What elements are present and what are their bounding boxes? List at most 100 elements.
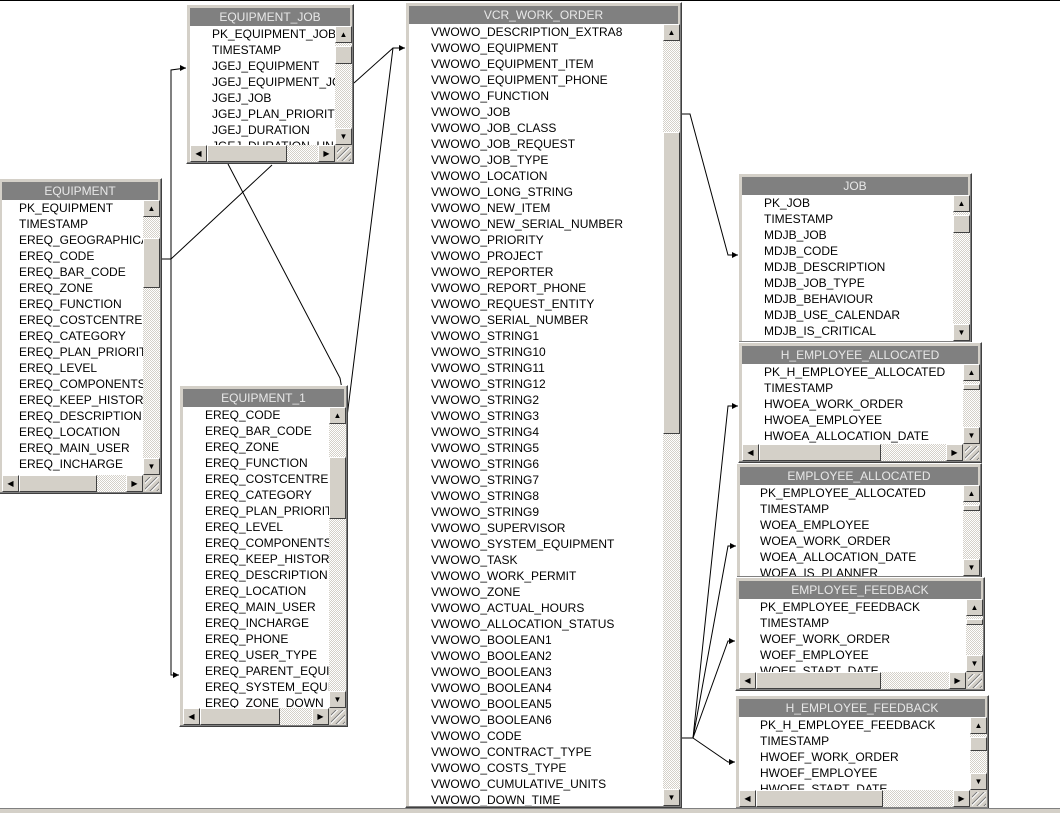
- table-title[interactable]: JOB: [742, 177, 968, 195]
- column-item[interactable]: VWOWO_BOOLEAN3: [431, 664, 663, 680]
- vertical-scrollbar[interactable]: ▲ ▼: [970, 717, 987, 790]
- column-item[interactable]: WOEA_ALLOCATION_DATE: [760, 549, 963, 565]
- relationship-line[interactable]: [681, 113, 738, 256]
- column-item[interactable]: HWOEA_ALLOCATION_DATE: [764, 428, 963, 444]
- column-item[interactable]: EREQ_PLAN_PRIORIT: [19, 344, 143, 360]
- column-item[interactable]: VWOWO_WORK_PERMIT: [431, 568, 663, 584]
- column-item[interactable]: EREQ_BAR_CODE: [19, 264, 143, 280]
- table-window-h-employee-feedback[interactable]: H_EMPLOYEE_FEEDBACK PK_H_EMPLOYEE_FEEDBAC…: [735, 695, 989, 809]
- column-item[interactable]: EREQ_USER_TYPE: [205, 647, 329, 663]
- column-item[interactable]: VWOWO_BOOLEAN5: [431, 696, 663, 712]
- column-item[interactable]: TIMESTAMP: [764, 380, 963, 396]
- column-item[interactable]: WOEF_WORK_ORDER: [760, 631, 966, 647]
- table-title[interactable]: EMPLOYEE_FEEDBACK: [739, 581, 981, 599]
- scroll-left-arrow-icon[interactable]: ◀: [739, 672, 756, 689]
- column-list[interactable]: PK_H_EMPLOYEE_ALLOCATED TIMESTAMP HWOEA_WO…: [742, 364, 963, 444]
- horizontal-scrollbar[interactable]: ◀ ▶: [2, 475, 143, 492]
- column-item[interactable]: EREQ_CODE: [19, 248, 143, 264]
- scroll-up-arrow-icon[interactable]: ▲: [329, 407, 346, 424]
- scroll-thumb[interactable]: [963, 505, 980, 511]
- relationship-line[interactable]: [692, 737, 735, 763]
- resize-grip-icon[interactable]: [145, 477, 159, 491]
- relationship-line[interactable]: [227, 163, 348, 418]
- vertical-scrollbar[interactable]: ▲ ▼: [963, 364, 980, 444]
- relationship-line[interactable]: [346, 47, 405, 418]
- scroll-up-arrow-icon[interactable]: ▲: [963, 485, 980, 502]
- column-item[interactable]: VWOWO_JOB: [431, 104, 663, 120]
- scroll-thumb[interactable]: [335, 46, 352, 64]
- column-item[interactable]: EREQ_MAIN_USER: [19, 440, 143, 456]
- column-item[interactable]: WOEF_START_DATE: [760, 663, 966, 672]
- scroll-down-arrow-icon[interactable]: ▼: [143, 458, 160, 475]
- column-item[interactable]: EREQ_SYSTEM_EQUI: [205, 679, 329, 695]
- table-window-job[interactable]: JOB PK_JOB TIMESTAMP MDJB_JOB MDJB_CODE MDJB_…: [738, 173, 972, 343]
- column-item[interactable]: VWOWO_LONG_STRING: [431, 184, 663, 200]
- scroll-right-arrow-icon[interactable]: ▶: [312, 708, 329, 725]
- resize-grip-icon[interactable]: [337, 147, 351, 161]
- column-item[interactable]: EREQ_KEEP_HISTOR: [205, 551, 329, 567]
- column-item[interactable]: EREQ_COSTCENTRE: [205, 471, 329, 487]
- column-item[interactable]: VWOWO_STRING11: [431, 360, 663, 376]
- column-item[interactable]: VWOWO_STRING10: [431, 344, 663, 360]
- column-item[interactable]: VWOWO_NEW_SERIAL_NUMBER: [431, 216, 663, 232]
- scroll-thumb[interactable]: [143, 238, 160, 288]
- column-item[interactable]: HWOEF_WORK_ORDER: [760, 749, 970, 765]
- column-item[interactable]: MDJB_JOB: [764, 227, 953, 243]
- column-list[interactable]: PK_JOB TIMESTAMP MDJB_JOB MDJB_CODE MDJB_DES…: [742, 195, 953, 341]
- column-item[interactable]: VWOWO_STRING9: [431, 504, 663, 520]
- scroll-up-arrow-icon[interactable]: ▲: [966, 599, 983, 616]
- column-item[interactable]: VWOWO_STRING4: [431, 424, 663, 440]
- horizontal-scrollbar[interactable]: ◀ ▶: [742, 444, 963, 461]
- column-list[interactable]: PK_H_EMPLOYEE_FEEDBACK TIMESTAMP HWOEF_WOR…: [739, 717, 970, 790]
- column-item[interactable]: VWOWO_CONTRACT_TYPE: [431, 744, 663, 760]
- column-item[interactable]: VWOWO_EQUIPMENT_ITEM: [431, 56, 663, 72]
- column-list[interactable]: PK_EQUIPMENT TIMESTAMP EREQ_GEOGRAPHICA ERE…: [2, 200, 143, 475]
- column-item[interactable]: EREQ_COSTCENTRE: [19, 312, 143, 328]
- column-item[interactable]: PK_EMPLOYEE_FEEDBACK: [760, 599, 966, 615]
- scroll-thumb[interactable]: [329, 457, 346, 519]
- column-item[interactable]: TIMESTAMP: [19, 216, 143, 232]
- column-list[interactable]: VWOWO_DESCRIPTION_EXTRA8 VWOWO_EQUIPMENT V…: [409, 24, 663, 806]
- column-item[interactable]: VWOWO_DESCRIPTION_EXTRA8: [431, 24, 663, 40]
- column-item[interactable]: VWOWO_CODE: [431, 728, 663, 744]
- resize-grip-icon[interactable]: [331, 710, 345, 724]
- column-item[interactable]: VWOWO_STRING8: [431, 488, 663, 504]
- column-item[interactable]: TIMESTAMP: [764, 211, 953, 227]
- scroll-down-arrow-icon[interactable]: ▼: [335, 128, 352, 145]
- scroll-right-arrow-icon[interactable]: ▶: [946, 444, 963, 461]
- column-item[interactable]: VWOWO_BOOLEAN2: [431, 648, 663, 664]
- scroll-thumb[interactable]: [19, 475, 97, 492]
- column-item[interactable]: VWOWO_EQUIPMENT: [431, 40, 663, 56]
- scroll-up-arrow-icon[interactable]: ▲: [663, 24, 680, 41]
- relationship-line[interactable]: [170, 164, 273, 260]
- scroll-up-arrow-icon[interactable]: ▲: [963, 364, 980, 381]
- column-item[interactable]: WOEF_EMPLOYEE: [760, 647, 966, 663]
- column-item[interactable]: EREQ_PARENT_EQUI: [205, 663, 329, 679]
- column-item[interactable]: VWOWO_STRING6: [431, 456, 663, 472]
- column-item[interactable]: EREQ_INCHARGE: [19, 456, 143, 472]
- table-window-h-employee-allocated[interactable]: H_EMPLOYEE_ALLOCATED PK_H_EMPLOYEE_ALLOCA…: [738, 342, 982, 463]
- column-item[interactable]: WOEA_IS_PLANNER: [760, 565, 963, 576]
- column-item[interactable]: VWOWO_STRING3: [431, 408, 663, 424]
- column-item[interactable]: VWOWO_EQUIPMENT_PHONE: [431, 72, 663, 88]
- column-item[interactable]: EREQ_LEVEL: [205, 519, 329, 535]
- column-item[interactable]: MDJB_IS_CRITICAL: [764, 323, 953, 339]
- column-item[interactable]: EREQ_BAR_CODE: [205, 423, 329, 439]
- column-item[interactable]: EREQ_PLAN_PRIORIT: [205, 503, 329, 519]
- vertical-scrollbar[interactable]: ▲ ▼: [143, 200, 160, 475]
- column-item[interactable]: VWOWO_TASK: [431, 552, 663, 568]
- scroll-right-arrow-icon[interactable]: ▶: [126, 475, 143, 492]
- scroll-up-arrow-icon[interactable]: ▲: [953, 195, 970, 212]
- column-item[interactable]: VWOWO_JOB_TYPE: [431, 152, 663, 168]
- relationship-line[interactable]: [170, 67, 187, 259]
- scroll-right-arrow-icon[interactable]: ▶: [318, 145, 335, 162]
- column-item[interactable]: EREQ_PHONE: [205, 631, 329, 647]
- column-item[interactable]: MDJB_DESCRIPTION: [764, 259, 953, 275]
- vertical-scrollbar[interactable]: ▲ ▼: [329, 407, 346, 708]
- column-list[interactable]: PK_EMPLOYEE_FEEDBACK TIMESTAMP WOEF_WORK_O…: [739, 599, 966, 672]
- column-item[interactable]: VWOWO_JOB_CLASS: [431, 120, 663, 136]
- column-item[interactable]: EREQ_CODE: [205, 407, 329, 423]
- column-item[interactable]: VWOWO_ALLOCATION_STATUS: [431, 616, 663, 632]
- scroll-right-arrow-icon[interactable]: ▶: [953, 790, 970, 807]
- vertical-scrollbar[interactable]: ▲ ▼: [335, 26, 352, 145]
